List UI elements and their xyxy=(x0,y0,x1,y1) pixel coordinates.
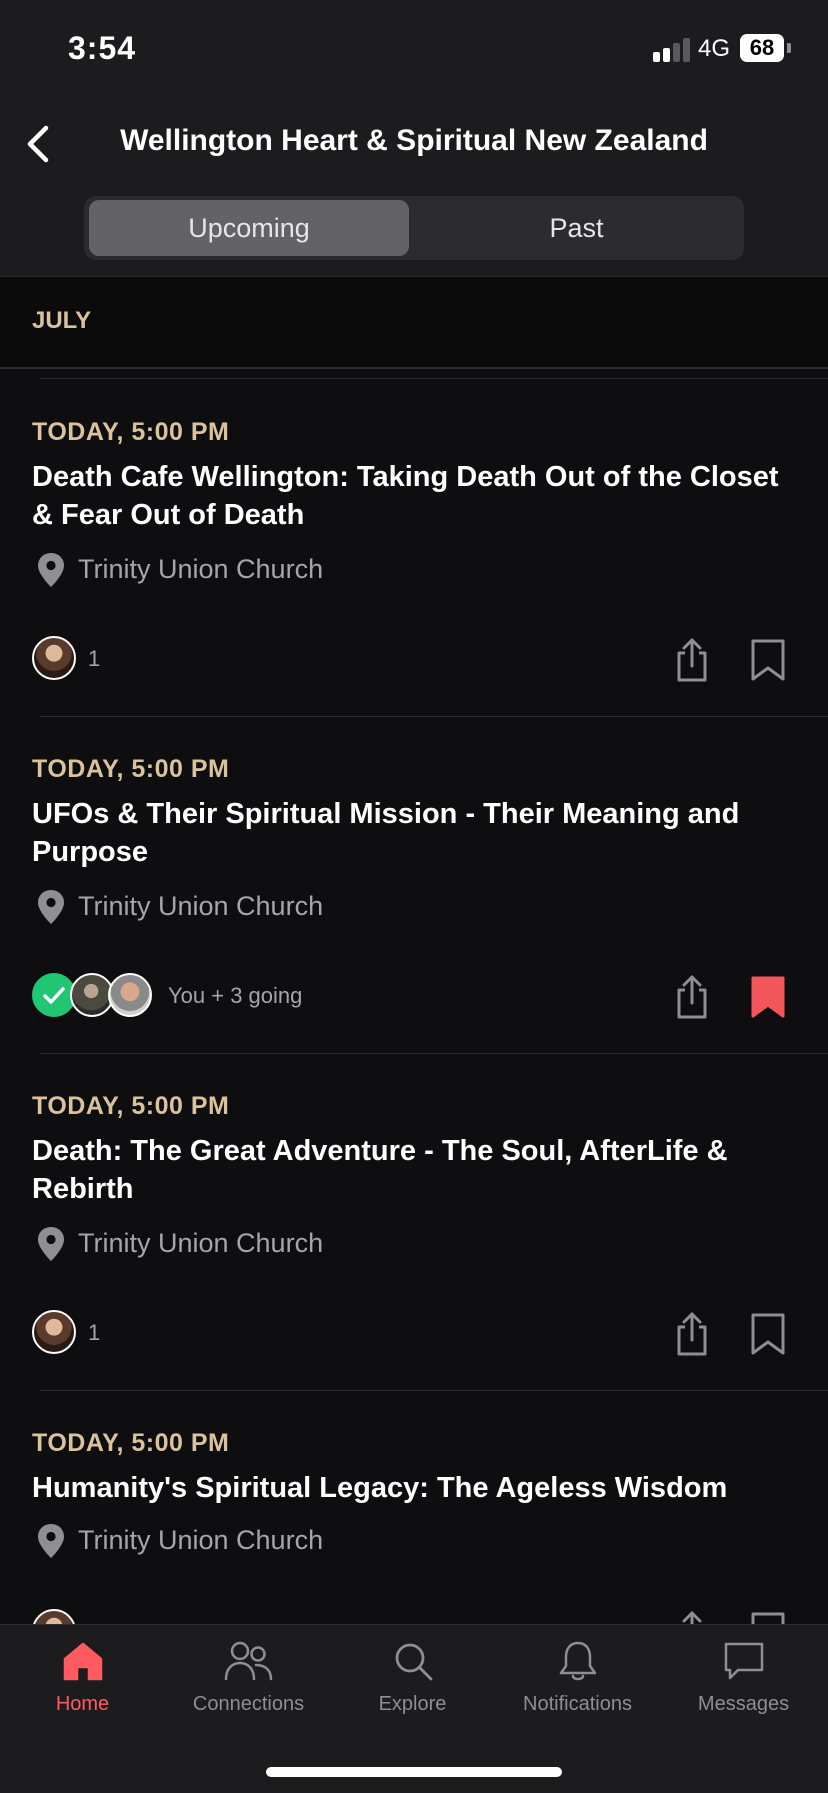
segmented-control: Upcoming Past xyxy=(84,196,744,260)
avatar xyxy=(32,636,76,680)
location-text: Trinity Union Church xyxy=(78,1228,324,1258)
segment-upcoming[interactable]: Upcoming xyxy=(89,200,409,256)
event-title[interactable]: Humanity's Spiritual Legacy: The Ageless… xyxy=(32,1469,792,1507)
page-title: Wellington Heart & Spiritual New Zealand xyxy=(120,124,708,157)
network-type: 4G xyxy=(698,35,731,62)
location-text: Trinity Union Church xyxy=(78,1525,324,1555)
tab-explore-label: Explore xyxy=(378,1693,447,1715)
battery-icon: 68 xyxy=(740,34,784,62)
event-title[interactable]: Death Cafe Wellington: Taking Death Out … xyxy=(32,458,792,534)
map-pin-icon xyxy=(38,1524,64,1558)
share-icon[interactable] xyxy=(672,973,712,1021)
event-date: TODAY, 5:00 PM xyxy=(32,1429,230,1457)
share-icon[interactable] xyxy=(672,1310,712,1358)
divider xyxy=(40,378,828,379)
tab-connections-label: Connections xyxy=(192,1693,305,1715)
location-text: Trinity Union Church xyxy=(78,891,324,921)
status-time: 3:54 xyxy=(68,30,137,66)
bookmark-icon[interactable] xyxy=(750,1312,786,1356)
avatar xyxy=(108,973,152,1017)
month-label: JULY xyxy=(32,307,92,334)
header: Wellington Heart & Spiritual New Zealand… xyxy=(0,100,828,277)
event-card[interactable]: TODAY, 5:00 PM Death: The Great Adventur… xyxy=(0,1054,828,1389)
status-bar: 3:54 4G 68 xyxy=(0,0,828,100)
map-pin-icon xyxy=(38,1227,64,1261)
attendee-count: 1 xyxy=(88,1320,101,1345)
signal-strength-icon xyxy=(653,38,691,62)
tab-notifications[interactable]: Notifications xyxy=(495,1639,660,1716)
event-date: TODAY, 5:00 PM xyxy=(32,418,230,446)
event-date: TODAY, 5:00 PM xyxy=(32,1092,230,1120)
location-text: Trinity Union Church xyxy=(78,554,324,584)
search-icon xyxy=(395,1643,432,1681)
share-icon[interactable] xyxy=(672,636,712,684)
event-date: TODAY, 5:00 PM xyxy=(32,755,230,783)
tab-connections[interactable]: Connections xyxy=(166,1639,331,1716)
event-title[interactable]: Death: The Great Adventure - The Soul, A… xyxy=(32,1132,792,1208)
tab-bar: Home Connections Explore Notifications M… xyxy=(0,1624,828,1793)
attendee-count: You + 3 going xyxy=(168,983,303,1008)
avatar xyxy=(32,1310,76,1354)
battery-tip xyxy=(787,43,791,53)
map-pin-icon xyxy=(38,553,64,587)
map-pin-icon xyxy=(38,890,64,924)
tab-home-label: Home xyxy=(55,1693,110,1715)
chat-bubble-icon xyxy=(724,1642,763,1680)
event-card[interactable]: TODAY, 5:00 PM UFOs & Their Spiritual Mi… xyxy=(0,717,828,1052)
tab-messages-label: Messages xyxy=(697,1693,790,1715)
event-card[interactable]: TODAY, 5:00 PM Death Cafe Wellington: Ta… xyxy=(0,380,828,715)
bookmark-icon[interactable] xyxy=(750,638,786,682)
segment-past[interactable]: Past xyxy=(414,200,739,256)
home-indicator xyxy=(266,1767,562,1777)
bookmark-filled-icon[interactable] xyxy=(750,975,786,1019)
tab-home[interactable]: Home xyxy=(0,1639,165,1716)
people-icon xyxy=(224,1641,272,1681)
attendee-count: 1 xyxy=(88,646,101,671)
month-section-header: JULY xyxy=(0,277,828,369)
event-title[interactable]: UFOs & Their Spiritual Mission - Their M… xyxy=(32,795,792,871)
event-card[interactable]: TODAY, 5:00 PM Humanity's Spiritual Lega… xyxy=(0,1391,828,1654)
tab-explore[interactable]: Explore xyxy=(330,1639,495,1716)
tab-notifications-label: Notifications xyxy=(523,1693,632,1715)
bell-icon xyxy=(559,1641,596,1681)
home-icon xyxy=(63,1642,102,1681)
tab-messages[interactable]: Messages xyxy=(661,1639,826,1716)
